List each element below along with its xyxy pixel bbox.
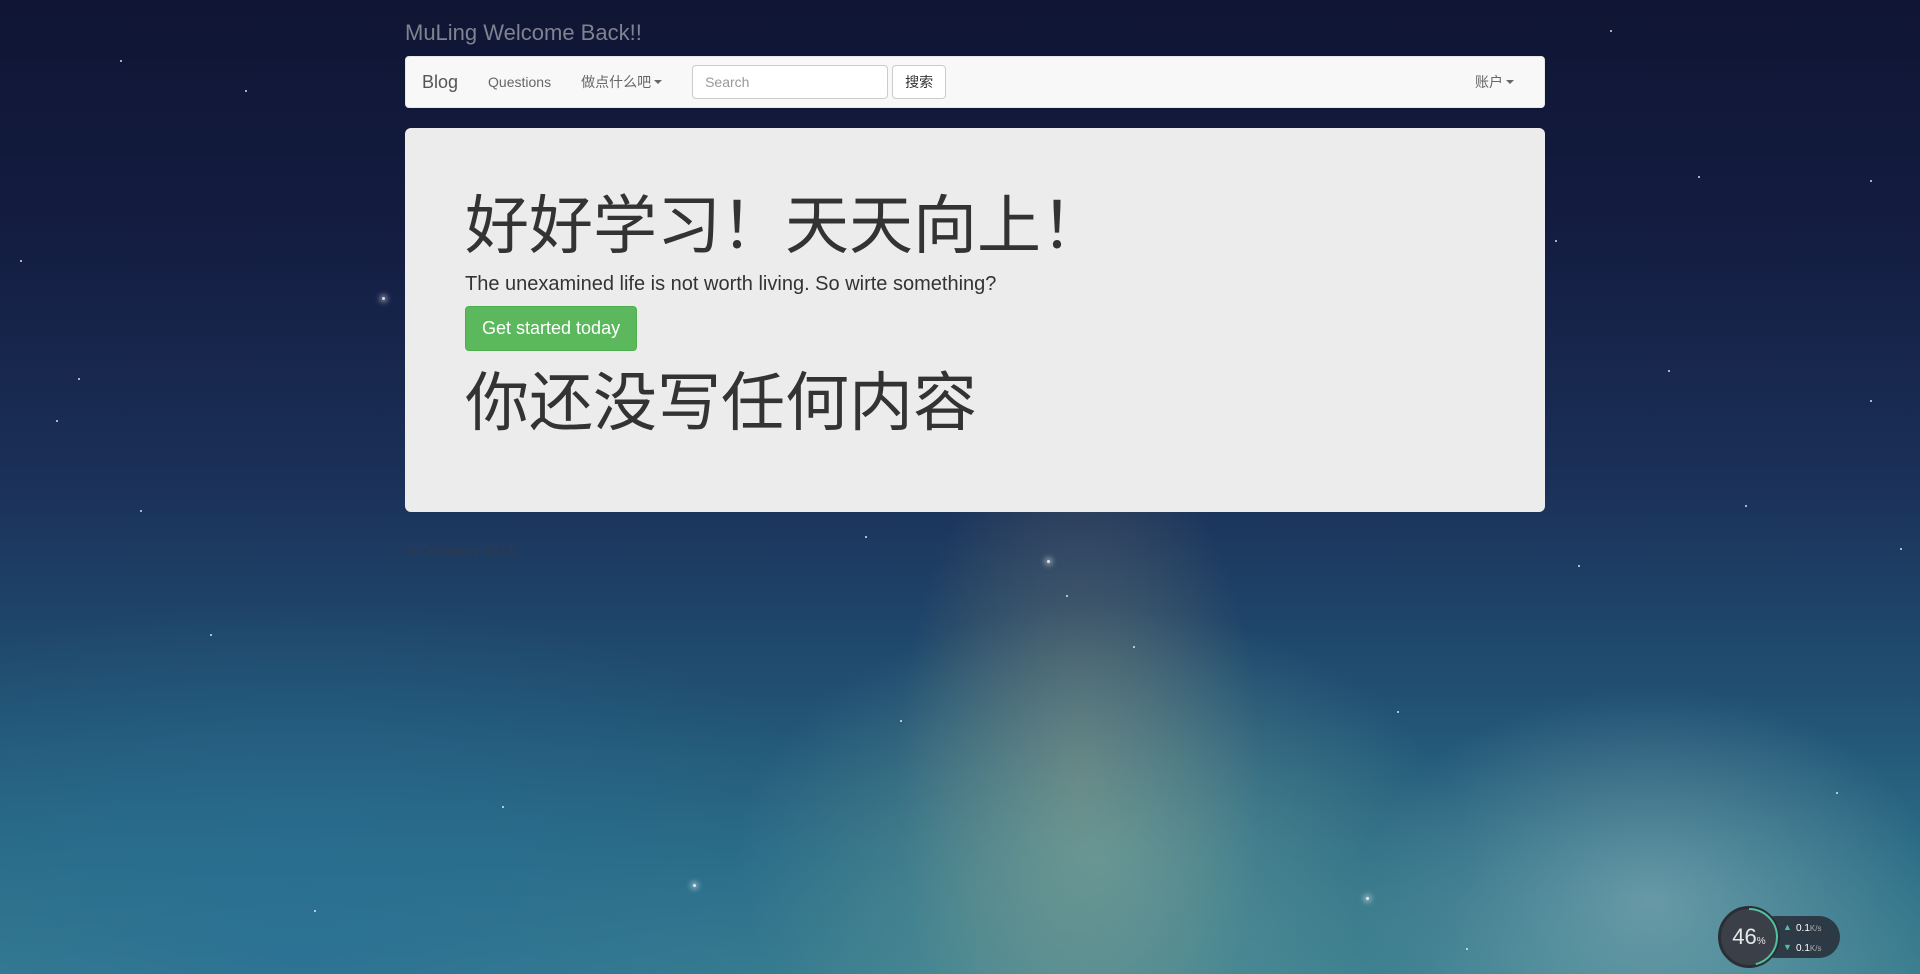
- hero-subtitle: The unexamined life is not worth living.…: [465, 272, 997, 295]
- hero-title: 好好学习！天天向上！: [465, 190, 1105, 262]
- empty-content-message: 你还没写任何内容: [465, 366, 977, 439]
- usage-ring: [1720, 908, 1778, 966]
- download-speed: 0.1K/s: [1796, 943, 1822, 954]
- nav-link-questions[interactable]: Questions: [488, 74, 551, 90]
- network-speed-widget[interactable]: ▲ 0.1K/s ▼ 0.1K/s 46%: [1718, 906, 1840, 968]
- footer-copyright: © Company 2014: [405, 542, 515, 558]
- caret-down-icon: [1506, 80, 1514, 84]
- memory-usage-circle: 46%: [1718, 906, 1780, 968]
- nav-brand-blog[interactable]: Blog: [422, 72, 458, 93]
- navbar: Blog Questions 做点什么吧 搜索 账户: [405, 56, 1545, 108]
- nav-dropdown-do-something[interactable]: 做点什么吧: [581, 72, 663, 92]
- upload-speed: 0.1K/s: [1796, 923, 1822, 934]
- nav-dropdown-account[interactable]: 账户: [1475, 72, 1514, 92]
- search-button[interactable]: 搜索: [892, 65, 947, 99]
- jumbotron: 好好学习！天天向上！ The unexamined life is not wo…: [405, 128, 1545, 512]
- get-started-button[interactable]: Get started today: [465, 305, 638, 351]
- nav-dropdown-label: 做点什么吧: [581, 74, 652, 90]
- account-label: 账户: [1475, 74, 1503, 90]
- download-arrow-icon: ▼: [1783, 942, 1792, 952]
- caret-down-icon: [654, 80, 663, 84]
- upload-arrow-icon: ▲: [1783, 922, 1792, 932]
- welcome-title: MuLing Welcome Back!!: [405, 20, 642, 45]
- search-input[interactable]: [692, 65, 889, 99]
